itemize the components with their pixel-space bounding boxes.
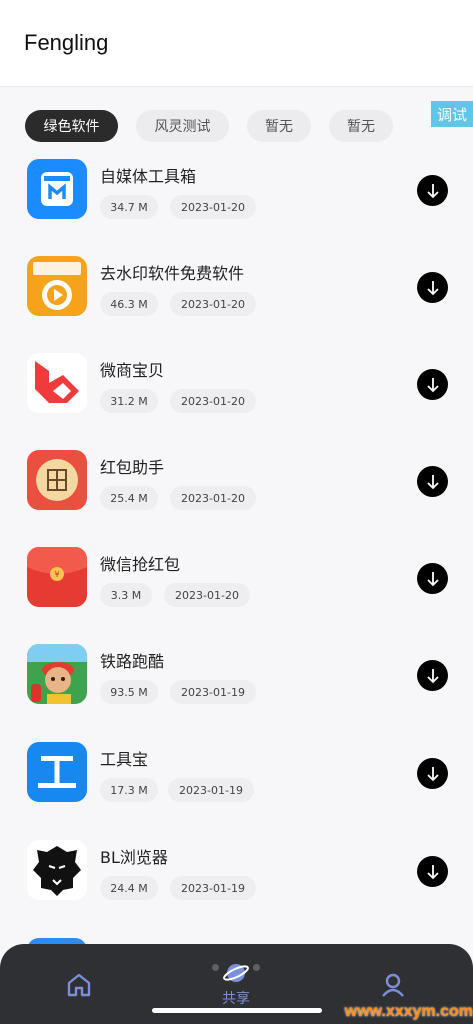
list-item[interactable]: 铁路跑酷 93.5 M 2023-01-19 — [0, 644, 473, 718]
red-packet-helper-icon — [27, 450, 87, 510]
app-name: 工具宝 — [100, 750, 149, 769]
list-item[interactable]: ¥ 微信抢红包 3.3 M 2023-01-20 — [0, 547, 473, 621]
app-size: 3.3 M — [100, 583, 152, 607]
user-icon — [382, 973, 404, 997]
arrow-down-icon — [426, 864, 439, 879]
app-size: 46.3 M — [100, 292, 158, 316]
page-dot — [212, 964, 219, 971]
download-button[interactable] — [417, 175, 448, 206]
arrow-down-icon — [426, 377, 439, 392]
app-size: 93.5 M — [100, 680, 158, 704]
app-date: 2023-01-19 — [170, 876, 256, 900]
app-name: BL浏览器 — [100, 848, 168, 867]
list-item[interactable]: 微商宝贝 31.2 M 2023-01-20 — [0, 353, 473, 427]
home-icon — [67, 973, 91, 997]
app-date: 2023-01-20 — [170, 486, 256, 510]
nav-home[interactable] — [56, 944, 102, 1024]
app-date: 2023-01-20 — [170, 292, 256, 316]
app-date: 2023-01-20 — [164, 583, 250, 607]
arrow-down-icon — [426, 474, 439, 489]
arrow-down-icon — [426, 668, 439, 683]
arrow-down-icon — [426, 280, 439, 295]
app-size: 24.4 M — [100, 876, 158, 900]
arrow-down-icon — [426, 571, 439, 586]
tool-treasure-icon — [27, 742, 87, 802]
tab-green-software[interactable]: 绿色软件 — [25, 110, 118, 142]
page-dot — [253, 964, 260, 971]
app-size: 31.2 M — [100, 389, 158, 413]
app-size: 17.3 M — [100, 778, 158, 802]
svg-text:¥: ¥ — [54, 570, 59, 579]
red-envelope-icon: ¥ — [27, 547, 87, 607]
download-button[interactable] — [417, 272, 448, 303]
lion-browser-icon — [27, 840, 87, 900]
app-name: 去水印软件免费软件 — [100, 264, 245, 283]
nav-share-label: 共享 — [222, 991, 250, 1007]
page-dots — [212, 964, 262, 972]
app-header: Fengling — [0, 0, 473, 87]
tab-none-2[interactable]: 暂无 — [329, 110, 393, 142]
app-size: 25.4 M — [100, 486, 158, 510]
category-tabs: 绿色软件 风灵测试 暂无 暂无 — [0, 106, 473, 146]
app-date: 2023-01-19 — [168, 778, 254, 802]
arrow-down-icon — [426, 183, 439, 198]
download-button[interactable] — [417, 660, 448, 691]
app-name: 微信抢红包 — [100, 555, 181, 574]
app-date: 2023-01-20 — [170, 195, 256, 219]
app-name: 铁路跑酷 — [100, 652, 165, 671]
wechat-business-icon — [27, 353, 87, 413]
debug-badge[interactable]: 调试 — [431, 101, 473, 127]
app-size: 34.7 M — [100, 195, 158, 219]
app-name: 微商宝贝 — [100, 361, 165, 380]
download-button[interactable] — [417, 856, 448, 887]
list-item[interactable]: 红包助手 25.4 M 2023-01-20 — [0, 450, 473, 524]
tab-none-1[interactable]: 暂无 — [247, 110, 311, 142]
app-name: 自媒体工具箱 — [100, 167, 197, 186]
list-item[interactable]: 工具宝 17.3 M 2023-01-19 — [0, 742, 473, 816]
arrow-down-icon — [426, 766, 439, 781]
subway-surfer-icon — [27, 644, 87, 704]
watermark-text: www.xxxym.com — [344, 1003, 473, 1020]
download-button[interactable] — [417, 758, 448, 789]
watermark-remover-icon — [27, 256, 87, 316]
list-item[interactable]: 去水印软件免费软件 46.3 M 2023-01-20 — [0, 256, 473, 330]
download-button[interactable] — [417, 563, 448, 594]
tab-fengling-test[interactable]: 风灵测试 — [136, 110, 229, 142]
app-date: 2023-01-19 — [170, 680, 256, 704]
list-item[interactable]: BL浏览器 24.4 M 2023-01-19 — [0, 840, 473, 914]
app-name: 红包助手 — [100, 458, 165, 477]
list-item[interactable]: 自媒体工具箱 34.7 M 2023-01-20 — [0, 159, 473, 233]
download-button[interactable] — [417, 466, 448, 497]
download-button[interactable] — [417, 369, 448, 400]
toolbox-icon — [27, 159, 87, 219]
page-title: Fengling — [24, 30, 109, 55]
app-date: 2023-01-20 — [170, 389, 256, 413]
